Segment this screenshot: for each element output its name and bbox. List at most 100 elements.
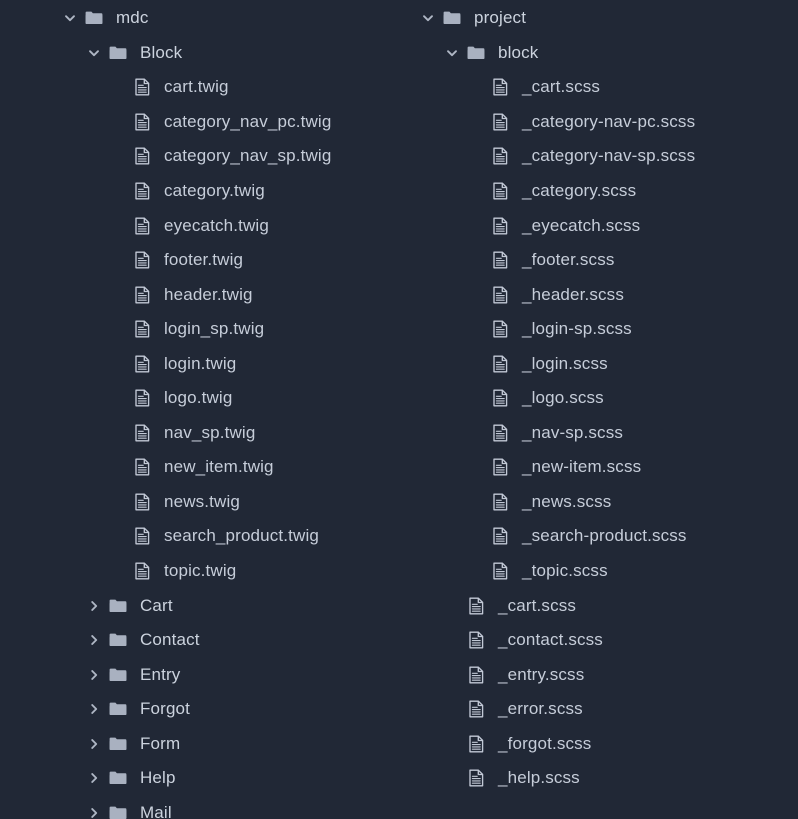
tree-file-row[interactable]: header.twig bbox=[0, 277, 408, 312]
tree-file-row[interactable]: news.twig bbox=[0, 485, 408, 520]
tree-folder-row[interactable]: Block bbox=[0, 36, 408, 71]
tree-file-row[interactable]: _eyecatch.scss bbox=[408, 208, 798, 243]
tree-folder-row[interactable]: Form bbox=[0, 726, 408, 761]
chevron-placeholder bbox=[466, 388, 486, 408]
scss-partials-tree-panel[interactable]: project block _cart.scss _category-nav-pc.s… bbox=[408, 0, 798, 819]
chevron-right-icon[interactable] bbox=[84, 734, 104, 754]
folder-name-label: Block bbox=[140, 42, 183, 62]
tree-file-row[interactable]: login_sp.twig bbox=[0, 312, 408, 347]
chevron-placeholder bbox=[108, 112, 128, 132]
tree-file-row[interactable]: _topic.scss bbox=[408, 554, 798, 589]
file-name-label: new_item.twig bbox=[164, 457, 274, 477]
tree-file-row[interactable]: _contact.scss bbox=[408, 623, 798, 658]
chevron-placeholder bbox=[108, 216, 128, 236]
tree-file-row[interactable]: _nav-sp.scss bbox=[408, 416, 798, 451]
tree-file-row[interactable]: nav_sp.twig bbox=[0, 416, 408, 451]
tree-folder-row[interactable]: mdc bbox=[0, 1, 408, 36]
tree-folder-row[interactable]: project bbox=[408, 1, 798, 36]
file-icon bbox=[131, 422, 153, 444]
tree-folder-row[interactable]: Help bbox=[0, 761, 408, 796]
tree-file-row[interactable]: _footer.scss bbox=[408, 243, 798, 278]
tree-folder-row[interactable]: Forgot bbox=[0, 692, 408, 727]
tree-file-row[interactable]: _cart.scss bbox=[408, 588, 798, 623]
chevron-right-icon[interactable] bbox=[84, 596, 104, 616]
tree-file-row[interactable]: _category-nav-sp.scss bbox=[408, 139, 798, 174]
chevron-placeholder bbox=[108, 250, 128, 270]
tree-file-row[interactable]: _error.scss bbox=[408, 692, 798, 727]
twig-templates-tree-panel[interactable]: mdc Block cart.twig category_nav_pc.twigcat… bbox=[0, 0, 408, 819]
chevron-down-icon[interactable] bbox=[84, 43, 104, 63]
chevron-placeholder bbox=[442, 699, 462, 719]
chevron-placeholder bbox=[442, 734, 462, 754]
file-name-label: _footer.scss bbox=[522, 250, 615, 270]
file-tree-comparison-view: mdc Block cart.twig category_nav_pc.twigcat… bbox=[0, 0, 798, 819]
file-name-label: _login.scss bbox=[522, 353, 608, 373]
file-name-label: _error.scss bbox=[498, 699, 583, 719]
tree-folder-row[interactable]: Contact bbox=[0, 623, 408, 658]
tree-file-row[interactable]: _entry.scss bbox=[408, 657, 798, 692]
tree-file-row[interactable]: new_item.twig bbox=[0, 450, 408, 485]
tree-file-row[interactable]: _cart.scss bbox=[408, 70, 798, 105]
chevron-placeholder bbox=[442, 768, 462, 788]
tree-file-row[interactable]: _news.scss bbox=[408, 485, 798, 520]
chevron-right-icon[interactable] bbox=[84, 768, 104, 788]
file-icon bbox=[465, 629, 487, 651]
file-icon bbox=[489, 491, 511, 513]
file-name-label: _contact.scss bbox=[498, 630, 603, 650]
tree-file-row[interactable]: topic.twig bbox=[0, 554, 408, 589]
file-icon bbox=[131, 145, 153, 167]
tree-file-row[interactable]: category_nav_sp.twig bbox=[0, 139, 408, 174]
tree-file-row[interactable]: eyecatch.twig bbox=[0, 208, 408, 243]
tree-file-row[interactable]: logo.twig bbox=[0, 381, 408, 416]
chevron-down-icon[interactable] bbox=[60, 8, 80, 28]
chevron-down-icon[interactable] bbox=[442, 43, 462, 63]
file-icon bbox=[131, 249, 153, 271]
folder-icon bbox=[107, 664, 129, 686]
file-icon bbox=[131, 387, 153, 409]
chevron-placeholder bbox=[466, 423, 486, 443]
file-icon bbox=[131, 560, 153, 582]
file-icon bbox=[131, 525, 153, 547]
file-name-label: _login-sp.scss bbox=[522, 319, 632, 339]
chevron-right-icon[interactable] bbox=[84, 699, 104, 719]
tree-file-row[interactable]: _login.scss bbox=[408, 346, 798, 381]
file-name-label: header.twig bbox=[164, 284, 253, 304]
tree-file-row[interactable]: cart.twig bbox=[0, 70, 408, 105]
tree-file-row[interactable]: _header.scss bbox=[408, 277, 798, 312]
tree-file-row[interactable]: search_product.twig bbox=[0, 519, 408, 554]
file-name-label: _topic.scss bbox=[522, 561, 608, 581]
folder-name-label: mdc bbox=[116, 8, 149, 28]
chevron-placeholder bbox=[108, 285, 128, 305]
tree-folder-row[interactable]: Mail bbox=[0, 796, 408, 819]
file-icon bbox=[489, 111, 511, 133]
tree-file-row[interactable]: _help.scss bbox=[408, 761, 798, 796]
tree-file-row[interactable]: _category-nav-pc.scss bbox=[408, 105, 798, 140]
tree-file-row[interactable]: _forgot.scss bbox=[408, 726, 798, 761]
file-name-label: _cart.scss bbox=[522, 77, 601, 97]
tree-file-row[interactable]: _category.scss bbox=[408, 174, 798, 209]
tree-folder-row[interactable]: Cart bbox=[0, 588, 408, 623]
chevron-placeholder bbox=[108, 457, 128, 477]
tree-folder-row[interactable]: Entry bbox=[0, 657, 408, 692]
folder-icon bbox=[441, 7, 463, 29]
tree-folder-row[interactable]: block bbox=[408, 36, 798, 71]
chevron-placeholder bbox=[466, 526, 486, 546]
file-name-label: login_sp.twig bbox=[164, 319, 265, 339]
file-name-label: category_nav_sp.twig bbox=[164, 146, 332, 166]
chevron-placeholder bbox=[466, 561, 486, 581]
file-name-label: login.twig bbox=[164, 353, 237, 373]
chevron-placeholder bbox=[442, 630, 462, 650]
chevron-placeholder bbox=[466, 354, 486, 374]
chevron-right-icon[interactable] bbox=[84, 803, 104, 819]
tree-file-row[interactable]: footer.twig bbox=[0, 243, 408, 278]
tree-file-row[interactable]: _login-sp.scss bbox=[408, 312, 798, 347]
chevron-right-icon[interactable] bbox=[84, 630, 104, 650]
tree-file-row[interactable]: _search-product.scss bbox=[408, 519, 798, 554]
tree-file-row[interactable]: category_nav_pc.twig bbox=[0, 105, 408, 140]
tree-file-row[interactable]: category.twig bbox=[0, 174, 408, 209]
tree-file-row[interactable]: _logo.scss bbox=[408, 381, 798, 416]
chevron-down-icon[interactable] bbox=[418, 8, 438, 28]
tree-file-row[interactable]: login.twig bbox=[0, 346, 408, 381]
chevron-right-icon[interactable] bbox=[84, 665, 104, 685]
tree-file-row[interactable]: _new-item.scss bbox=[408, 450, 798, 485]
